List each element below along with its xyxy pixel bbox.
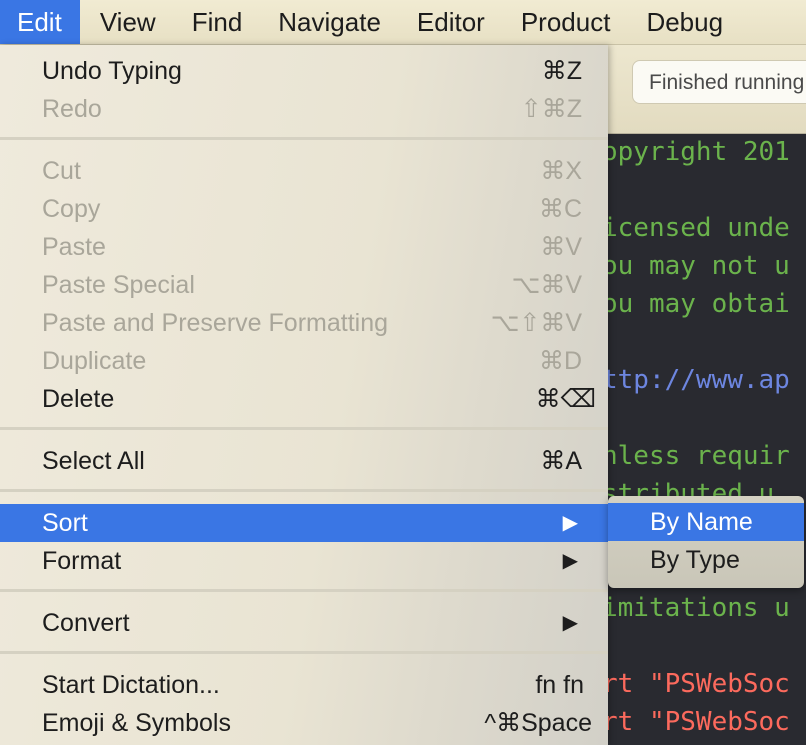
menu-separator: [0, 651, 608, 654]
menu-debug[interactable]: Debug: [626, 0, 739, 44]
shortcut: ⌘V: [540, 233, 582, 261]
menu-item-paste-preserve-formatting: Paste and Preserve Formatting ⌥⇧⌘V: [0, 304, 608, 342]
menu-item-label: Undo Typing: [42, 57, 182, 85]
shortcut: ⌘⌫: [535, 385, 596, 413]
menu-navigate[interactable]: Navigate: [258, 0, 397, 44]
code-line: rt "PSWebSoc: [602, 669, 790, 699]
code-editor[interactable]: opyright 201 icensed unde ou may not u o…: [600, 134, 806, 740]
menu-item-undo[interactable]: Undo Typing ⌘Z: [0, 52, 608, 90]
shortcut: ⌥⇧⌘V: [490, 309, 582, 337]
menu-find[interactable]: Find: [172, 0, 259, 44]
menu-item-label: Paste: [42, 233, 106, 261]
menu-item-label: By Type: [650, 546, 740, 574]
sort-submenu: By Name By Type: [608, 496, 804, 588]
code-line: ou may obtai: [602, 289, 790, 319]
menu-item-cut: Cut ⌘X: [0, 152, 608, 190]
submenu-arrow-icon: ▶: [562, 512, 578, 534]
shortcut: ⌘C: [538, 195, 582, 223]
menu-item-label: Sort: [42, 509, 88, 537]
menu-item-convert[interactable]: Convert ▶: [0, 604, 608, 642]
menu-separator: [0, 489, 608, 492]
code-line: nless requir: [602, 441, 790, 471]
menu-separator: [0, 137, 608, 140]
submenu-item-by-type[interactable]: By Type: [608, 541, 804, 579]
menu-item-delete[interactable]: Delete ⌘⌫: [0, 380, 608, 418]
menu-view[interactable]: View: [80, 0, 172, 44]
shortcut: fn fn: [535, 671, 584, 699]
menu-item-paste: Paste ⌘V: [0, 228, 608, 266]
menu-product[interactable]: Product: [501, 0, 627, 44]
code-line: icensed unde: [602, 213, 790, 243]
shortcut: ⌘Z: [541, 57, 582, 85]
menu-item-label: Copy: [42, 195, 101, 223]
menu-separator: [0, 589, 608, 592]
menu-item-sort[interactable]: Sort ▶: [0, 504, 608, 542]
submenu-item-by-name[interactable]: By Name: [608, 503, 804, 541]
menu-item-label: Convert: [42, 609, 130, 637]
menu-item-label: Paste and Preserve Formatting: [42, 309, 388, 337]
shortcut: ⌘X: [540, 157, 582, 185]
shortcut: ⇧⌘Z: [520, 95, 582, 123]
menu-editor[interactable]: Editor: [397, 0, 501, 44]
menu-item-emoji-symbols[interactable]: Emoji & Symbols ^⌘Space: [0, 704, 608, 742]
activity-status: Finished running: [632, 60, 806, 104]
submenu-arrow-icon: ▶: [562, 550, 578, 572]
menu-item-label: Delete: [42, 385, 115, 413]
edit-menu-dropdown: Undo Typing ⌘Z Redo ⇧⌘Z Cut ⌘X Copy ⌘C P…: [0, 45, 608, 745]
shortcut: ⌘D: [538, 347, 582, 375]
code-line: rt "PSWebSoc: [602, 707, 790, 737]
menu-item-label: Emoji & Symbols: [42, 709, 231, 737]
shortcut: ^⌘Space: [484, 709, 592, 737]
menu-item-label: Cut: [42, 157, 81, 185]
menu-item-redo: Redo ⇧⌘Z: [0, 90, 608, 128]
menu-item-label: Start Dictation...: [42, 671, 220, 699]
menu-item-label: Paste Special: [42, 271, 195, 299]
menu-item-copy: Copy ⌘C: [0, 190, 608, 228]
code-line: ttp://www.ap: [602, 365, 790, 395]
menu-item-label: Duplicate: [42, 347, 147, 375]
menu-item-start-dictation[interactable]: Start Dictation... fn fn: [0, 666, 608, 704]
menu-item-duplicate: Duplicate ⌘D: [0, 342, 608, 380]
menu-item-label: By Name: [650, 508, 753, 536]
shortcut: ⌥⌘V: [511, 271, 582, 299]
menu-item-paste-special: Paste Special ⌥⌘V: [0, 266, 608, 304]
menu-bar: Edit View Find Navigate Editor Product D…: [0, 0, 806, 45]
menu-item-label: Select All: [42, 447, 145, 475]
code-line: opyright 201: [602, 137, 790, 167]
code-line: imitations u: [602, 593, 790, 623]
submenu-arrow-icon: ▶: [562, 612, 578, 634]
code-line: ou may not u: [602, 251, 790, 281]
shortcut: ⌘A: [540, 447, 582, 475]
menu-separator: [0, 427, 608, 430]
menu-item-format[interactable]: Format ▶: [0, 542, 608, 580]
menu-edit[interactable]: Edit: [0, 0, 80, 44]
menu-item-label: Format: [42, 547, 122, 575]
menu-item-select-all[interactable]: Select All ⌘A: [0, 442, 608, 480]
menu-item-label: Redo: [42, 95, 102, 123]
